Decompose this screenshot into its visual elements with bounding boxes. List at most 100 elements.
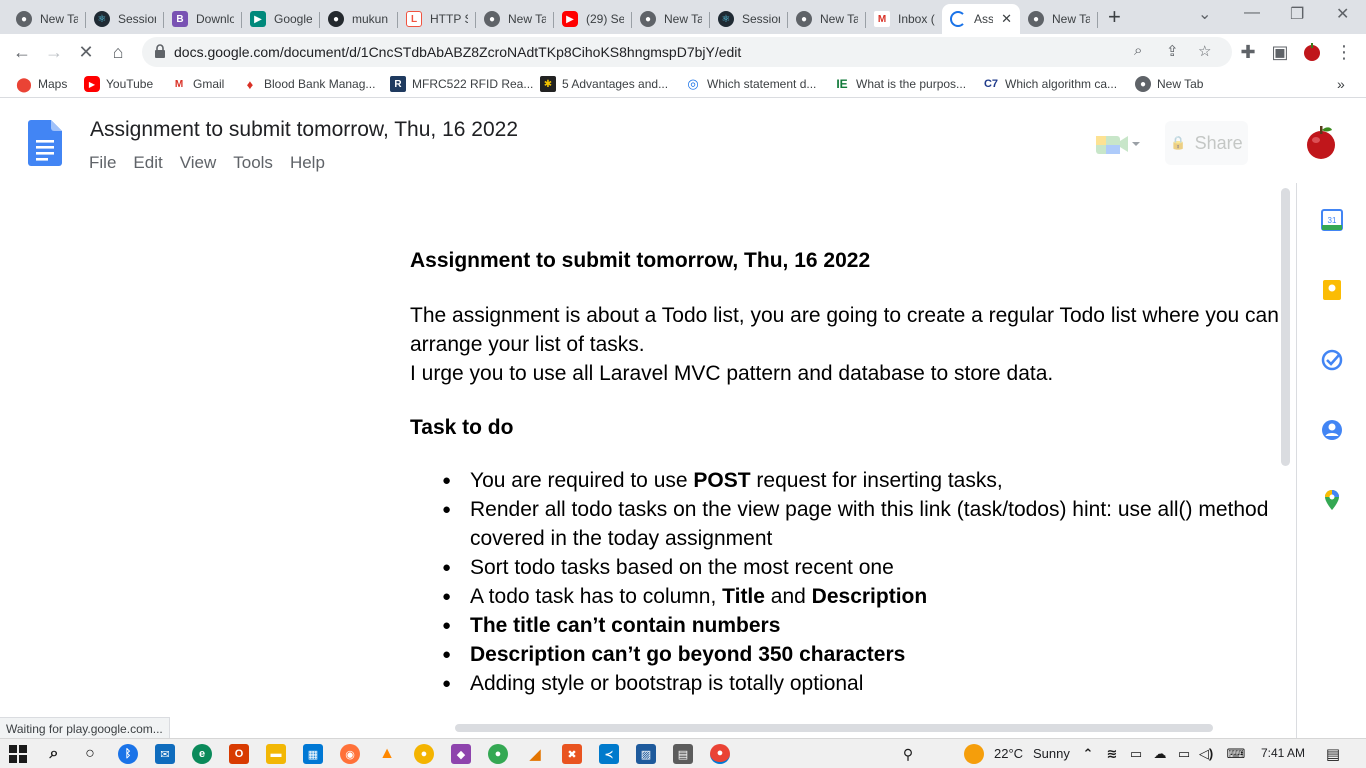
tab-session[interactable]: ⚛ Session xyxy=(86,4,164,34)
bookmark-mfrc522[interactable]: R MFRC522 RFID Rea... xyxy=(390,76,533,92)
tab-http[interactable]: L HTTP S xyxy=(398,4,476,34)
tab-gmail-inbox[interactable]: M Inbox ( xyxy=(866,4,944,34)
tab-new-tab[interactable]: ● New Ta xyxy=(8,4,86,34)
document-page[interactable]: Assignment to submit tomorrow, Thu, 16 2… xyxy=(410,243,1280,698)
bookmark-blood-bank[interactable]: ♦ Blood Bank Manag... xyxy=(242,76,376,92)
restore-button[interactable]: ❐ xyxy=(1290,4,1304,24)
tab-session[interactable]: ⚛ Session xyxy=(710,4,788,34)
people-icon[interactable]: ⚲ xyxy=(898,744,918,764)
bookmark-star-icon[interactable]: ☆ xyxy=(1198,42,1211,60)
store-icon[interactable]: ▦ xyxy=(303,744,323,764)
weather-temperature[interactable]: 22°C xyxy=(994,746,1023,761)
menu-edit[interactable]: Edit xyxy=(133,153,162,173)
menu-view[interactable]: View xyxy=(180,153,217,173)
tab-new-tab[interactable]: ● New Ta xyxy=(476,4,554,34)
menu-help[interactable]: Help xyxy=(290,153,325,173)
close-window-button[interactable]: ✕ xyxy=(1336,4,1349,24)
calendar-icon[interactable]: 31 xyxy=(1321,209,1343,231)
app-icon[interactable]: ◆ xyxy=(451,744,471,764)
tab-search-icon[interactable]: ⌄ xyxy=(1198,4,1211,24)
chrome-icon[interactable]: ● xyxy=(710,744,730,764)
tab-label: Session xyxy=(118,12,156,26)
chrome-dev-icon[interactable]: ● xyxy=(488,744,508,764)
meet-icon[interactable] xyxy=(1094,132,1144,156)
xampp-icon[interactable]: ✖ xyxy=(562,744,582,764)
edge-icon[interactable]: e xyxy=(192,744,212,764)
notifications-icon[interactable]: ▤ xyxy=(1323,744,1343,764)
bluetooth-icon[interactable]: ᛒ xyxy=(118,744,138,764)
address-bar[interactable]: docs.google.com/document/d/1CncSTdbAbABZ… xyxy=(142,37,1232,67)
side-panel-icon[interactable]: ▣ xyxy=(1268,40,1292,64)
mail-icon[interactable]: ✉ xyxy=(155,744,175,764)
share-button[interactable]: 🔒 Share xyxy=(1165,121,1248,165)
chrome-canary-icon[interactable]: ● xyxy=(414,744,434,764)
bookmark-youtube[interactable]: ▶ YouTube xyxy=(84,76,153,92)
tab-label: mukun xyxy=(352,12,389,26)
bookmark-5-advantages[interactable]: ✱ 5 Advantages and... xyxy=(540,76,668,92)
close-icon[interactable]: ✕ xyxy=(1001,11,1012,27)
profile-avatar-icon[interactable] xyxy=(1300,40,1324,64)
bookmark-new-tab[interactable]: ● New Tab xyxy=(1135,76,1203,92)
extensions-icon[interactable]: ✚ xyxy=(1236,40,1260,64)
zoom-icon[interactable]: ⌕ xyxy=(1134,42,1142,59)
tab-github[interactable]: ● mukun xyxy=(320,4,398,34)
menu-file[interactable]: File xyxy=(89,153,116,173)
sunny-weather-icon[interactable] xyxy=(964,744,984,764)
horizontal-scrollbar[interactable] xyxy=(455,724,1213,732)
battery-icon[interactable]: ▭ xyxy=(1174,744,1194,764)
volume-icon[interactable]: ◁) xyxy=(1196,744,1216,764)
bookmarks-overflow-icon[interactable]: » xyxy=(1337,76,1345,92)
minimize-button[interactable]: — xyxy=(1244,4,1260,22)
maps-icon[interactable] xyxy=(1321,489,1343,511)
menu-kebab-icon[interactable]: ⋮ xyxy=(1332,40,1356,64)
contacts-icon[interactable] xyxy=(1321,419,1343,441)
tab-label: New Ta xyxy=(40,12,78,26)
file-explorer-icon[interactable]: ▬ xyxy=(266,744,286,764)
meet-now-icon[interactable]: ▭ xyxy=(1126,744,1146,764)
tab-new-tab[interactable]: ● New Ta xyxy=(788,4,866,34)
vlc-icon[interactable]: ▲ xyxy=(377,744,397,764)
clock-time[interactable]: 7:41 AM xyxy=(1261,746,1305,760)
document-title[interactable]: Assignment to submit tomorrow, Thu, 16 2… xyxy=(90,118,518,142)
search-icon[interactable]: ⌕ xyxy=(44,744,64,764)
firefox-icon[interactable]: ◉ xyxy=(340,744,360,764)
office-icon[interactable]: O xyxy=(229,744,249,764)
bookmark-which-algorithm[interactable]: C7 Which algorithm ca... xyxy=(983,76,1117,92)
vertical-scrollbar[interactable] xyxy=(1281,188,1290,466)
tab-youtube[interactable]: ▶ (29) Se xyxy=(554,4,632,34)
tasks-icon[interactable] xyxy=(1321,349,1343,371)
forward-button[interactable]: → xyxy=(42,40,66,64)
windows-start-icon[interactable] xyxy=(8,744,28,764)
home-button[interactable]: ⌂ xyxy=(106,40,130,64)
wifi-icon[interactable]: ≋ xyxy=(1102,744,1122,764)
bookmark-label: Blood Bank Manag... xyxy=(264,77,376,91)
vscode-icon[interactable]: ≺ xyxy=(599,744,619,764)
bookmark-gmail[interactable]: M Gmail xyxy=(171,76,225,92)
new-tab-button[interactable]: + xyxy=(1108,6,1121,28)
keep-icon[interactable] xyxy=(1321,279,1343,301)
weather-condition[interactable]: Sunny xyxy=(1033,746,1070,761)
onedrive-icon[interactable]: ☁ xyxy=(1150,744,1170,764)
chrome-icon: ● xyxy=(796,11,812,27)
tab-assignment-active[interactable]: Ass ✕ xyxy=(942,4,1020,34)
kite-icon[interactable]: ◢ xyxy=(525,744,545,764)
share-page-icon[interactable]: ⇪ xyxy=(1166,42,1179,60)
menu-tools[interactable]: Tools xyxy=(233,153,273,173)
stop-loading-button[interactable]: ✕ xyxy=(74,40,98,64)
bookmark-which-statement[interactable]: ◎ Which statement d... xyxy=(685,76,816,92)
bookmark-what-is-purpose[interactable]: IE What is the purpos... xyxy=(834,76,966,92)
bookmark-maps[interactable]: ⬤ Maps xyxy=(16,76,67,92)
google-docs-icon[interactable] xyxy=(28,120,62,166)
photos-icon[interactable]: ▨ xyxy=(636,744,656,764)
tab-new-tab[interactable]: ● New Ta xyxy=(632,4,710,34)
tab-download[interactable]: B Downlo xyxy=(164,4,242,34)
notepad-icon[interactable]: ▤ xyxy=(673,744,693,764)
back-button[interactable]: ← xyxy=(10,40,34,64)
tab-new-tab[interactable]: ● New Ta xyxy=(1020,4,1098,34)
chevron-up-icon[interactable]: ⌃ xyxy=(1078,744,1098,764)
document-canvas[interactable]: Assignment to submit tomorrow, Thu, 16 2… xyxy=(0,183,1296,716)
keyboard-icon[interactable]: ⌨ xyxy=(1224,744,1248,764)
task-view-icon[interactable]: ○ xyxy=(80,744,100,764)
account-avatar[interactable] xyxy=(1302,124,1340,162)
tab-google-meet[interactable]: ▶ Google xyxy=(242,4,320,34)
